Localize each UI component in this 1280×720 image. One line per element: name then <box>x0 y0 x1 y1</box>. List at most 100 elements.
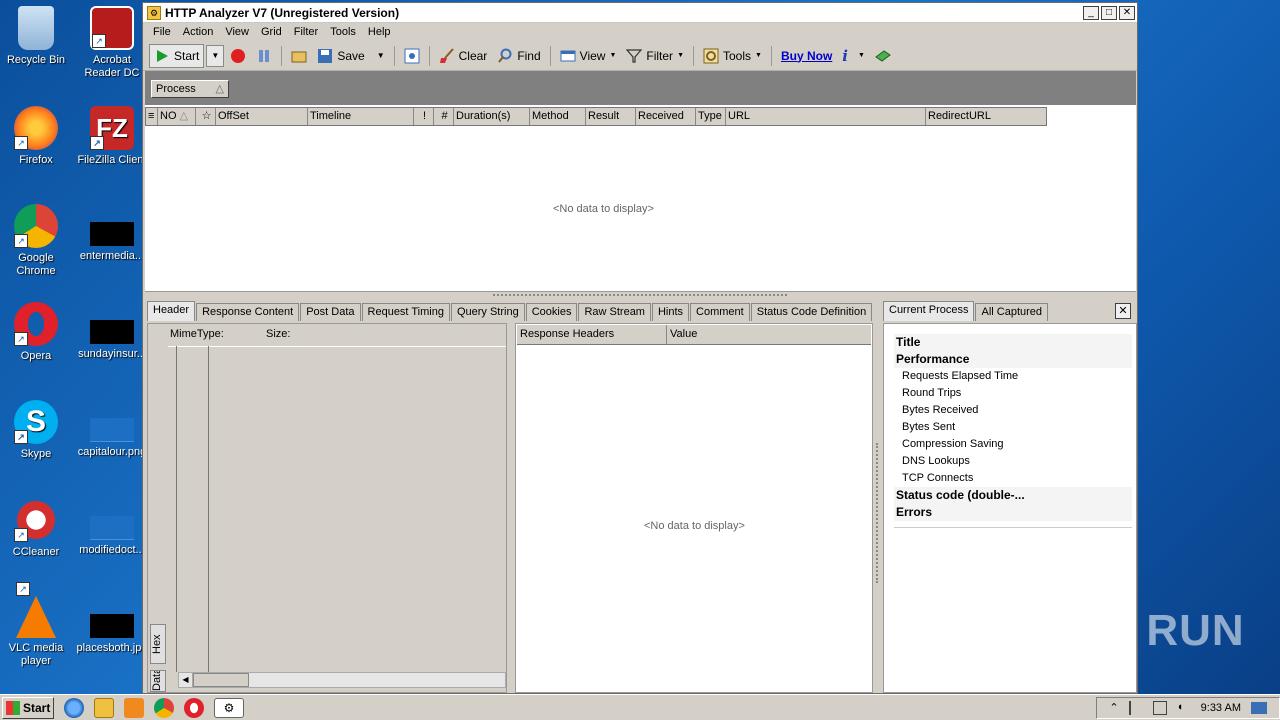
chevron-up-icon[interactable]: ⌃ <box>1109 701 1118 714</box>
stat-errors[interactable]: Errors <box>894 504 1132 521</box>
tab-request-timing[interactable]: Request Timing <box>361 303 450 321</box>
chrome-taskbar-icon[interactable] <box>154 697 174 718</box>
tab-all-captured[interactable]: All Captured <box>975 303 1049 321</box>
desktop-icon-opera[interactable]: ↗ Opera <box>0 302 72 363</box>
col-offset[interactable]: OffSet <box>216 108 308 125</box>
desktop-icon-vlc[interactable]: ↗ VLC media player <box>0 582 72 668</box>
col-duration[interactable]: Duration(s) <box>454 108 530 125</box>
tab-header[interactable]: Header <box>147 301 196 321</box>
desktop-icon-modifiedoct[interactable]: modifiedoct... <box>76 498 148 557</box>
desktop-icon-filezilla[interactable]: FZ ↗ FileZilla Client <box>76 106 148 167</box>
scroll-left-icon[interactable]: ◀ <box>179 673 193 687</box>
save-button[interactable]: Save ▼ <box>313 44 388 68</box>
filter-button[interactable]: Filter ▼ <box>622 44 688 68</box>
col-response-headers[interactable]: Response Headers <box>517 325 667 344</box>
start-menu-button[interactable]: Start <box>2 696 54 719</box>
scrollbar-thumb[interactable] <box>193 673 249 687</box>
menu-file[interactable]: File <box>147 26 177 38</box>
buy-now-link[interactable]: Buy Now <box>777 44 836 68</box>
col-timeline[interactable]: Timeline <box>308 108 414 125</box>
column-selector-icon[interactable]: ≡ <box>146 108 158 125</box>
stat-compression-saving[interactable]: Compression Saving <box>894 436 1132 453</box>
tab-data[interactable]: Data <box>150 670 166 692</box>
col-type[interactable]: Type <box>696 108 726 125</box>
desktop-icon-skype[interactable]: S ↗ Skype <box>0 400 72 461</box>
desktop-icon-sundayinsur[interactable]: sundayinsur... <box>76 302 148 361</box>
horizontal-splitter[interactable] <box>493 294 787 298</box>
desktop-icon-acrobat[interactable]: ↗ Acrobat Reader DC <box>76 6 148 80</box>
clear-button[interactable]: Clear <box>435 44 492 68</box>
menu-view[interactable]: View <box>219 26 255 38</box>
col-star-icon[interactable]: ☆ <box>196 108 216 125</box>
tools-button[interactable]: Tools ▼ <box>699 44 766 68</box>
volume-icon[interactable]: ◖ <box>1177 701 1191 715</box>
col-received[interactable]: Received <box>636 108 696 125</box>
stat-performance[interactable]: Performance <box>894 351 1132 368</box>
start-button[interactable]: Start <box>149 43 205 68</box>
col-redirect-url[interactable]: RedirectURL <box>926 108 1046 125</box>
internet-explorer-icon[interactable] <box>64 697 84 718</box>
network-icon[interactable] <box>1152 700 1167 715</box>
tab-query-string[interactable]: Query String <box>450 303 525 321</box>
stat-tcp-connects[interactable]: TCP Connects <box>894 470 1132 487</box>
menu-grid[interactable]: Grid <box>255 26 288 38</box>
content-viewer[interactable] <box>168 346 506 672</box>
tab-post-data[interactable]: Post Data <box>300 303 361 321</box>
help-book-button[interactable] <box>871 44 895 68</box>
close-button[interactable]: ✕ <box>1119 5 1135 20</box>
open-button[interactable] <box>287 44 311 68</box>
menu-tools[interactable]: Tools <box>324 26 362 38</box>
desktop-icon-entermedia[interactable]: entermedia... <box>76 204 148 263</box>
col-flag[interactable]: ! <box>414 108 434 125</box>
http-analyzer-taskbar-icon[interactable]: ⚙ <box>214 697 244 718</box>
stat-dns-lookups[interactable]: DNS Lookups <box>894 453 1132 470</box>
stat-bytes-sent[interactable]: Bytes Sent <box>894 419 1132 436</box>
col-no[interactable]: NO △ <box>158 108 196 125</box>
tab-response-content[interactable]: Response Content <box>196 303 300 321</box>
desktop-icon-recycle-bin[interactable]: Recycle Bin <box>0 6 72 67</box>
tab-comment[interactable]: Comment <box>690 303 750 321</box>
tab-hints[interactable]: Hints <box>651 303 690 321</box>
tab-status-code-definition[interactable]: Status Code Definition <box>750 303 873 321</box>
desktop-icon-chrome[interactable]: ↗ Google Chrome <box>0 204 72 278</box>
col-url[interactable]: URL <box>726 108 926 125</box>
col-method[interactable]: Method <box>530 108 586 125</box>
show-desktop-icon[interactable] <box>1251 701 1267 714</box>
chevron-down-icon[interactable]: ▼ <box>858 52 865 59</box>
col-result[interactable]: Result <box>586 108 636 125</box>
stat-requests-elapsed-time[interactable]: Requests Elapsed Time <box>894 368 1132 385</box>
desktop-icon-firefox[interactable]: ↗ Firefox <box>0 106 72 167</box>
view-button[interactable]: View ▼ <box>556 44 621 68</box>
info-button[interactable]: i ▼ <box>838 44 869 68</box>
media-player-icon[interactable] <box>124 697 144 718</box>
col-count[interactable]: # <box>434 108 454 125</box>
desktop-icon-ccleaner[interactable]: ↗ CCleaner <box>0 498 72 559</box>
menu-filter[interactable]: Filter <box>288 26 324 38</box>
stat-bytes-received[interactable]: Bytes Received <box>894 402 1132 419</box>
tab-hex[interactable]: Hex <box>150 624 166 664</box>
pause-button[interactable] <box>252 44 276 68</box>
file-explorer-icon[interactable] <box>94 697 114 718</box>
stop-button[interactable] <box>226 44 250 68</box>
menu-help[interactable]: Help <box>362 26 397 38</box>
action-center-flag-icon[interactable] <box>1128 700 1143 715</box>
close-statistics-button[interactable]: ✕ <box>1115 303 1131 319</box>
group-by-process-button[interactable]: Process △ <box>151 80 229 98</box>
tab-raw-stream[interactable]: Raw Stream <box>578 303 651 321</box>
maximize-button[interactable]: □ <box>1101 5 1117 20</box>
desktop-icon-capitalour[interactable]: capitalour.png <box>76 400 148 459</box>
tab-cookies[interactable]: Cookies <box>525 303 578 321</box>
opera-taskbar-icon[interactable] <box>184 697 204 718</box>
capture-button[interactable] <box>400 44 424 68</box>
find-button[interactable]: Find <box>493 44 544 68</box>
stat-round-trips[interactable]: Round Trips <box>894 385 1132 402</box>
tab-current-process[interactable]: Current Process <box>883 301 975 321</box>
col-value[interactable]: Value <box>667 325 871 344</box>
desktop-icon-placesboth[interactable]: placesboth.jpg <box>76 596 148 655</box>
stat-status-code[interactable]: Status code (double-... <box>894 487 1132 504</box>
horizontal-scrollbar[interactable]: ◀ <box>178 672 506 688</box>
title-bar[interactable]: ⚙ HTTP Analyzer V7 (Unregistered Version… <box>143 3 1137 23</box>
menu-action[interactable]: Action <box>177 26 220 38</box>
minimize-button[interactable]: _ <box>1083 5 1099 20</box>
chevron-down-icon[interactable]: ▼ <box>377 51 385 60</box>
